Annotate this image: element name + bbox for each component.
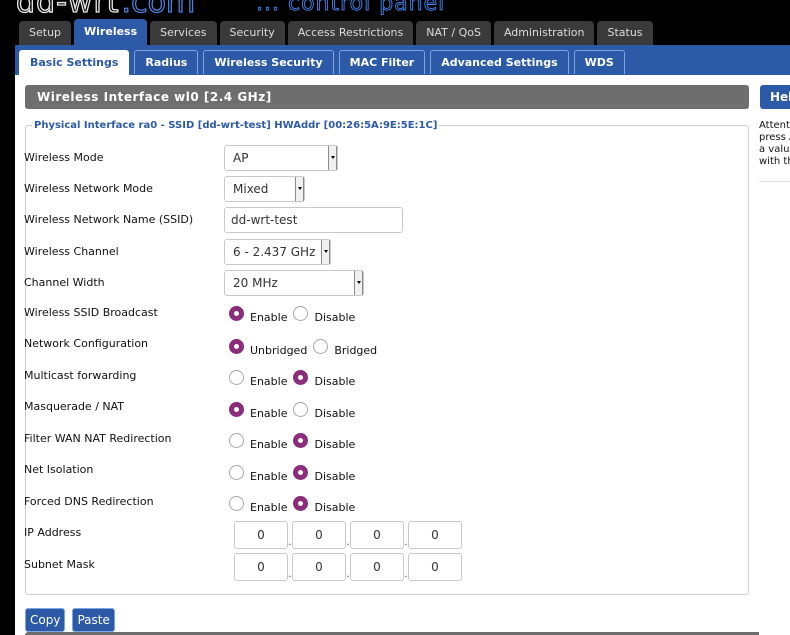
filter-wan-disable-radio[interactable] [293,433,309,448]
radio-label: Disable [314,470,356,483]
help-line: with th [759,156,790,167]
wireless-mode-value: AP [233,151,249,165]
radio-label: Enable [250,311,288,324]
channel-select[interactable]: 6 - 2.437 GHz [224,239,331,265]
help-line: a value [759,144,790,155]
radio-label: Enable [250,470,288,483]
net-isolation-disable-radio[interactable] [293,465,309,480]
forced-dns-label: Forced DNS Redirection [24,495,154,508]
tab-administration[interactable]: Administration [493,21,595,45]
chevron-down-icon [354,271,363,295]
ip-octet-3-input[interactable]: 0 [350,521,404,549]
copy-paste-buttons: Copy Paste [25,608,122,632]
subtab-radius[interactable]: Radius [134,50,199,74]
ssid-broadcast-label: Wireless SSID Broadcast [24,306,158,319]
logo-brand: dd-wrt [15,0,120,20]
tab-nat-qos[interactable]: NAT / QoS [416,21,491,45]
tab-wireless[interactable]: Wireless [74,19,148,45]
tab-status[interactable]: Status [597,21,653,45]
masquerade-label: Masquerade / NAT [24,400,125,413]
forced-dns-disable-radio[interactable] [293,496,309,511]
chevron-down-icon [328,146,337,170]
help-line: Attenti [759,120,790,131]
ssid-label: Wireless Network Name (SSID) [24,213,194,226]
network-config-bridged-radio[interactable] [313,339,329,354]
logo-dotcom: .com [121,0,196,20]
tab-services[interactable]: Services [150,21,217,45]
network-mode-value: Mixed [233,182,269,196]
net-isolation-label: Net Isolation [24,463,94,476]
filter-wan-label: Filter WAN NAT Redirection [24,432,172,445]
radio-label: Unbridged [250,344,308,357]
filter-wan-enable-radio[interactable] [229,433,244,448]
subtab-wds[interactable]: WDS [573,50,625,74]
wireless-mode-label: Wireless Mode [24,151,104,164]
ip-address-label: IP Address [24,526,82,539]
channel-label: Wireless Channel [24,245,119,258]
radio-label: Enable [250,501,288,514]
ip-octet-1-input[interactable]: 0 [234,521,288,549]
mask-octet-2-input[interactable]: 0 [292,553,346,581]
masquerade-disable-radio[interactable] [293,402,309,417]
radio-label: Disable [314,501,356,514]
panel-legend: Physical Interface ra0 - SSID [dd-wrt-te… [34,120,438,131]
help-panel: Hel Attenti press A a value with th [759,75,790,635]
main-content: Wireless Interface wl0 [2.4 GHz] Physica… [15,75,765,635]
tab-security[interactable]: Security [219,21,285,45]
wireless-mode-select[interactable]: AP [224,145,338,171]
chevron-down-icon [321,240,330,264]
dd-wrt-logo: dd-wrt .com [15,0,196,20]
tab-access-restrictions[interactable]: Access Restrictions [287,21,414,45]
paste-button[interactable]: Paste [72,608,115,632]
mask-octet-1-input[interactable]: 0 [234,553,288,581]
net-isolation-enable-radio[interactable] [229,465,244,480]
mask-octet-4-input[interactable]: 0 [408,553,462,581]
channel-width-label: Channel Width [24,276,105,289]
ssid-broadcast-enable-radio[interactable] [229,306,244,321]
radio-label: Bridged [334,344,378,357]
network-mode-label: Wireless Network Mode [24,182,153,195]
ip-octet-4-input[interactable]: 0 [408,521,462,549]
ip-octet-2-input[interactable]: 0 [292,521,346,549]
ssid-input[interactable]: dd-wrt-test [224,207,403,233]
help-line: press A [759,132,790,143]
help-divider [759,181,790,182]
subnet-mask-label: Subnet Mask [24,558,95,571]
radio-label: Disable [314,438,356,451]
main-tab-bar: Setup Wireless Services Security Access … [19,19,656,45]
radio-label: Disable [314,407,356,420]
forced-dns-enable-radio[interactable] [229,496,244,511]
mask-octet-3-input[interactable]: 0 [350,553,404,581]
ssid-broadcast-disable-radio[interactable] [293,306,309,321]
radio-label: Disable [314,375,356,388]
copy-button[interactable]: Copy [25,608,66,632]
radio-label: Enable [250,407,288,420]
subtab-mac-filter[interactable]: MAC Filter [338,50,426,74]
section-title: Wireless Interface wl0 [2.4 GHz] [25,85,749,109]
logo-tagline: ... control panel [255,0,446,17]
channel-value: 6 - 2.437 GHz [233,245,316,259]
channel-width-value: 20 MHz [233,276,278,290]
network-mode-select[interactable]: Mixed [224,176,305,202]
tab-setup[interactable]: Setup [19,21,72,45]
multicast-enable-radio[interactable] [229,370,244,385]
channel-width-select[interactable]: 20 MHz [224,270,364,296]
network-config-unbridged-radio[interactable] [229,339,244,354]
subtab-advanced-settings[interactable]: Advanced Settings [430,50,569,74]
chevron-down-icon [295,177,304,201]
multicast-disable-radio[interactable] [293,370,309,385]
radio-label: Enable [250,438,288,451]
radio-label: Enable [250,375,288,388]
network-config-label: Network Configuration [24,337,149,350]
subtab-wireless-security[interactable]: Wireless Security [203,50,334,74]
multicast-label: Multicast forwarding [24,369,137,382]
sub-tabs: Basic Settings Radius Wireless Security … [19,50,630,75]
masquerade-enable-radio[interactable] [229,402,244,417]
help-title: Hel [760,85,790,109]
help-text: Attenti press A a value with th [759,120,790,168]
radio-label: Disable [314,311,356,324]
subtab-basic-settings[interactable]: Basic Settings [19,50,130,75]
